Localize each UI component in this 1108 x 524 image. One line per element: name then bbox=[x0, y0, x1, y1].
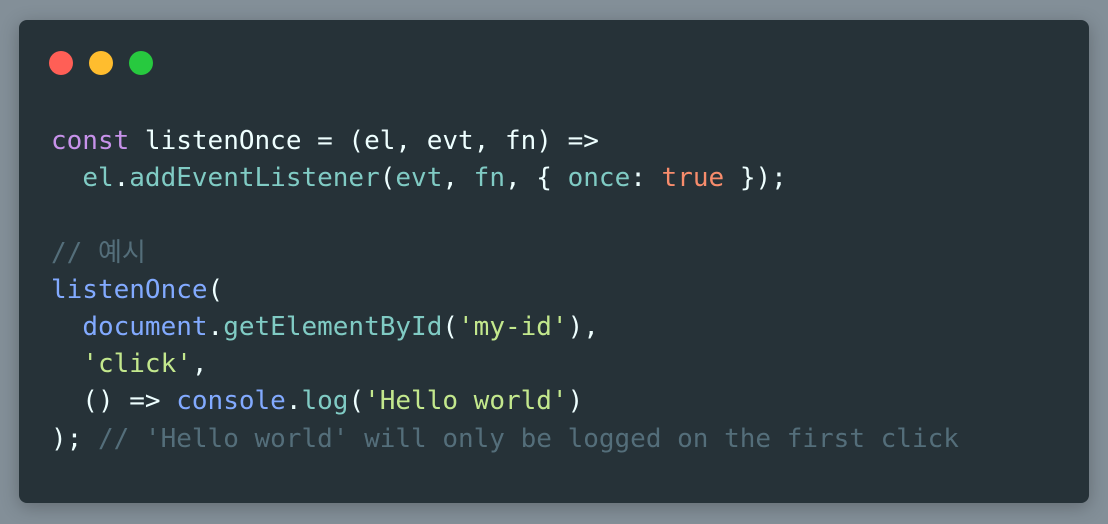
code-line: listenOnce( bbox=[51, 272, 959, 309]
code-token-comment: // 예시 bbox=[51, 237, 146, 268]
code-token-keyword: const bbox=[51, 126, 130, 156]
code-token-func: console bbox=[176, 386, 286, 417]
code-token-plain: . bbox=[207, 311, 224, 342]
window-controls bbox=[49, 51, 153, 75]
code-token-prop: fn bbox=[473, 163, 505, 194]
code-token-plain: ); bbox=[51, 423, 98, 454]
code-block: const listenOnce = (el, evt, fn) => el.a… bbox=[51, 123, 959, 458]
code-token-prop: getElementById bbox=[223, 311, 443, 342]
code-token-prop: once bbox=[567, 163, 631, 194]
code-line: () => console.log('Hello world') bbox=[51, 383, 959, 420]
code-token-prop: el bbox=[82, 163, 114, 194]
code-token-plain: , bbox=[442, 163, 474, 194]
code-token-func: listenOnce bbox=[51, 274, 208, 305]
code-token-plain: ) bbox=[567, 386, 584, 417]
code-line: el.addEventListener(evt, fn, { once: tru… bbox=[51, 160, 959, 197]
code-token-string: 'my-id' bbox=[458, 311, 568, 342]
code-token-func: document bbox=[82, 311, 208, 342]
code-token-plain: , bbox=[191, 349, 208, 380]
close-dot-icon bbox=[49, 51, 73, 75]
code-line: ); // 'Hello world' will only be logged … bbox=[51, 421, 959, 458]
code-token-comment: // 'Hello world' will only be logged on … bbox=[97, 423, 959, 454]
code-token-plain: }); bbox=[724, 163, 787, 194]
code-window: const listenOnce = (el, evt, fn) => el.a… bbox=[19, 20, 1089, 503]
code-token-plain: ( bbox=[442, 311, 459, 342]
code-token-plain: : bbox=[630, 163, 662, 194]
code-token-plain: ( bbox=[379, 163, 396, 194]
code-token-prop: addEventListener bbox=[129, 163, 380, 194]
code-line: document.getElementById('my-id'), bbox=[51, 309, 959, 346]
code-token-string: 'click' bbox=[82, 349, 192, 380]
minimize-dot-icon bbox=[89, 51, 113, 75]
code-token-plain: listenOnce = (el, evt, fn) => bbox=[129, 126, 599, 156]
code-token-string: 'Hello world' bbox=[364, 386, 568, 417]
code-token-plain: . bbox=[113, 163, 130, 194]
code-token-prop: log bbox=[301, 386, 349, 417]
code-token-plain: () => bbox=[51, 386, 177, 417]
code-line: 'click', bbox=[51, 346, 959, 383]
maximize-dot-icon bbox=[129, 51, 153, 75]
code-token-plain: ( bbox=[348, 386, 365, 417]
code-token-prop: evt bbox=[395, 163, 443, 194]
code-token-plain: ( bbox=[207, 274, 224, 305]
code-line: const listenOnce = (el, evt, fn) => bbox=[51, 123, 959, 160]
code-token-plain: ), bbox=[567, 311, 599, 342]
code-token-plain: . bbox=[285, 386, 302, 417]
code-line: // 예시 bbox=[51, 235, 959, 272]
code-token-bool: true bbox=[661, 163, 725, 194]
code-token-plain: , { bbox=[504, 163, 568, 194]
